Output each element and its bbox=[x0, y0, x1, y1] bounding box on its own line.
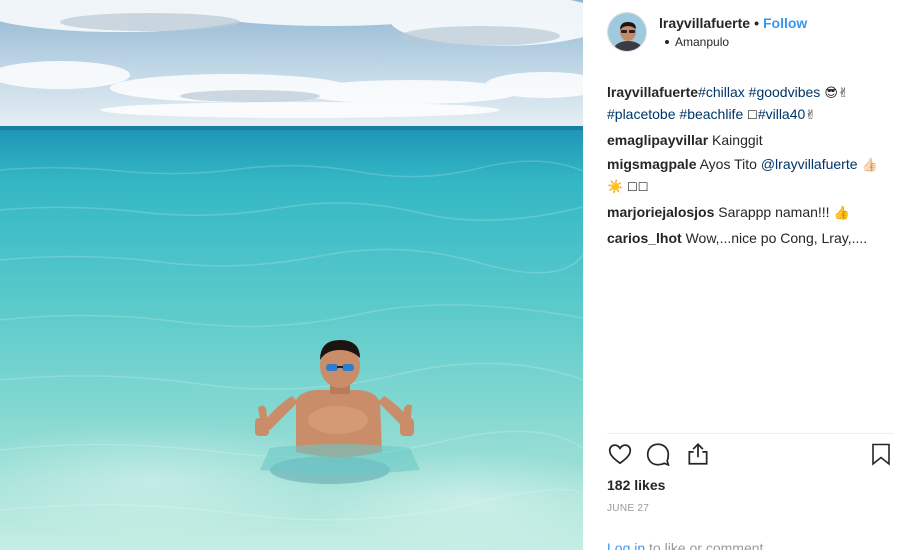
login-prompt: Log in to like or comment. bbox=[607, 540, 767, 550]
heart-icon bbox=[607, 441, 635, 467]
hashtag-link[interactable]: #villa40 bbox=[758, 106, 805, 122]
owner-avatar[interactable] bbox=[607, 12, 647, 52]
comment-item: migsmagpale Ayos Tito @lrayvillafuerte 👍… bbox=[607, 154, 892, 198]
like-button[interactable] bbox=[607, 441, 635, 469]
owner-username[interactable]: lrayvillafuerte bbox=[659, 15, 750, 31]
share-icon bbox=[685, 441, 713, 467]
owner-line: lrayvillafuerte • Follow bbox=[659, 15, 807, 31]
save-button[interactable] bbox=[869, 441, 897, 469]
follow-button[interactable]: Follow bbox=[763, 15, 807, 31]
separator-dot: • bbox=[754, 15, 759, 31]
hashtag-link[interactable]: #placetobe bbox=[607, 106, 676, 122]
login-link[interactable]: Log in bbox=[607, 540, 645, 550]
likes-count[interactable]: 182 likes bbox=[607, 477, 665, 493]
comment-username[interactable]: lrayvillafuerte bbox=[607, 84, 698, 100]
emoji: 😎✌ bbox=[820, 86, 849, 101]
emoji: 👍 bbox=[833, 206, 850, 221]
hashtag-link[interactable]: #chillax bbox=[698, 84, 745, 100]
comment-bubble-icon bbox=[645, 441, 673, 467]
missing-glyph: ☐☐ bbox=[623, 180, 649, 194]
login-prompt-text: to like or comment. bbox=[645, 540, 768, 550]
hashtag-link[interactable]: #beachlife bbox=[679, 106, 743, 122]
comment-text: Wow,...nice po Cong, Lray,.... bbox=[681, 230, 868, 246]
beach-photo-image bbox=[0, 0, 583, 550]
missing-glyph: ☐ bbox=[743, 108, 758, 122]
comment-item: carios_lhot Wow,...nice po Cong, Lray,..… bbox=[607, 228, 892, 248]
share-button[interactable] bbox=[685, 441, 713, 469]
emoji: ☀️ bbox=[607, 180, 624, 195]
comment-username[interactable]: migsmagpale bbox=[607, 156, 696, 172]
location-label: Amanpulo bbox=[675, 35, 730, 49]
post-date: JUNE 27 bbox=[607, 503, 650, 514]
comment-username[interactable]: marjoriejalosjos bbox=[607, 204, 714, 220]
comment-text: Kainggit bbox=[708, 132, 763, 148]
location-link[interactable]: Amanpulo bbox=[665, 35, 729, 49]
hashtag-link[interactable]: @lrayvillafuerte bbox=[761, 156, 858, 172]
comment-item: lrayvillafuerte#chillax #goodvibes 😎✌ #pl… bbox=[607, 82, 892, 126]
location-dot-icon bbox=[665, 39, 669, 44]
post-photo[interactable] bbox=[0, 0, 583, 550]
action-bar bbox=[607, 441, 894, 471]
comment-username[interactable]: carios_lhot bbox=[607, 230, 682, 246]
comment-text: Ayos Tito bbox=[696, 156, 761, 172]
bookmark-icon bbox=[869, 441, 897, 467]
emoji: ✌ bbox=[805, 108, 817, 123]
comments-list: lrayvillafuerte#chillax #goodvibes 😎✌ #pl… bbox=[607, 82, 892, 252]
divider bbox=[607, 433, 894, 434]
comment-username[interactable]: emaglipayvillar bbox=[607, 132, 708, 148]
post-details-panel: lrayvillafuerte • Follow Amanpulo lrayvill… bbox=[583, 0, 910, 550]
comment-button[interactable] bbox=[645, 441, 673, 469]
hashtag-link[interactable]: #goodvibes bbox=[749, 84, 821, 100]
emoji: 👍🏻 bbox=[857, 158, 878, 173]
comment-text: Sarappp naman!!! bbox=[714, 204, 834, 220]
post-header: lrayvillafuerte • Follow Amanpulo bbox=[583, 0, 910, 70]
comment-item: emaglipayvillar Kainggit bbox=[607, 130, 892, 150]
comment-item: marjoriejalosjos Sarappp naman!!! 👍 bbox=[607, 202, 892, 224]
